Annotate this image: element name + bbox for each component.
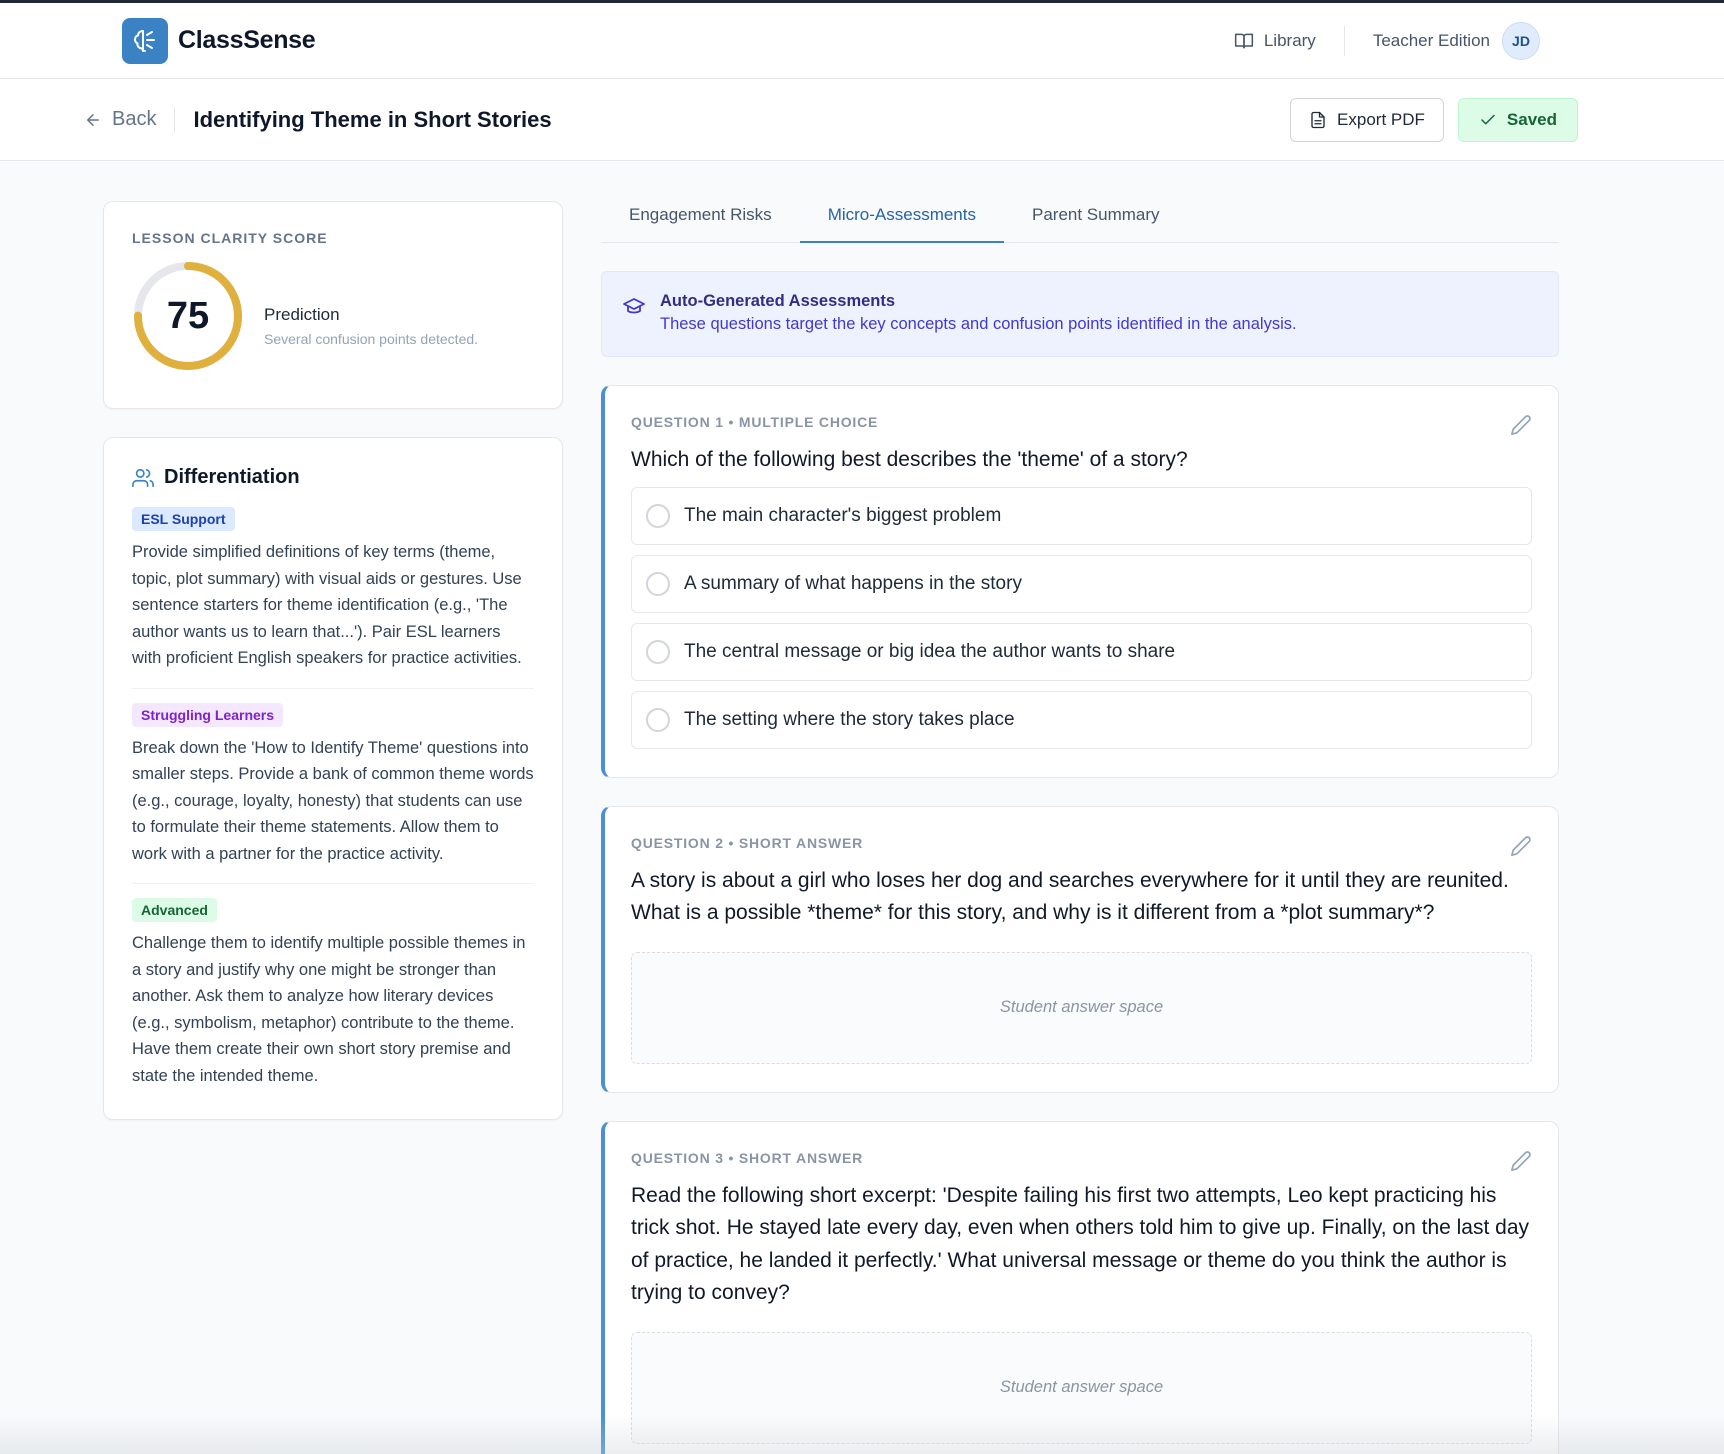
answer-option[interactable]: The setting where the story takes place (631, 690, 1532, 749)
back-label: Back (112, 108, 157, 130)
answer-option-label: The central message or big idea the auth… (684, 640, 1176, 662)
export-pdf-button[interactable]: Export PDF (1290, 97, 1444, 142)
differentiation-groups: ESL Support Provide simplified definitio… (132, 507, 534, 1089)
clarity-score-value: 75 (166, 294, 210, 337)
left-sidebar: LESSON CLARITY SCORE 75 Prediction Sever… (103, 201, 563, 1120)
brand[interactable]: ClassSense (122, 17, 316, 64)
check-icon (1481, 114, 1495, 124)
radio-button[interactable] (646, 707, 670, 732)
graduation-cap-icon (623, 298, 645, 314)
differentiation-header: Differentiation (132, 466, 534, 489)
lesson-header-bar: Back Identifying Theme in Short Stories … (0, 79, 1724, 161)
info-subtitle: These questions target the key concepts … (660, 315, 1297, 333)
differentiation-card: Differentiation ESL Support Provide simp… (103, 437, 563, 1120)
library-link[interactable]: Library (1234, 25, 1345, 56)
question-text: A story is about a girl who loses her do… (631, 868, 1509, 925)
question-card-1: QUESTION 1 • MULTIPLE CHOICE Which of th… (601, 385, 1559, 778)
tab-parent-summary[interactable]: Parent Summary (1004, 189, 1188, 243)
prediction-subtitle: Several confusion points detected. (264, 331, 479, 347)
document-icon (1311, 111, 1325, 128)
question-text: Which of the following best describes th… (631, 448, 1188, 471)
info-title: Auto-Generated Assessments (660, 292, 896, 310)
radio-button[interactable] (646, 639, 670, 664)
answer-option-label: The main character's biggest problem (684, 504, 1002, 526)
app-name: ClassSense (178, 26, 316, 54)
question-kicker: QUESTION 3 • SHORT ANSWER (631, 1149, 864, 1166)
student-answer-space[interactable]: Student answer space (631, 1331, 1532, 1444)
radio-button[interactable] (646, 503, 670, 528)
page-title: Identifying Theme in Short Stories (193, 106, 552, 132)
question-kicker: QUESTION 1 • MULTIPLE CHOICE (631, 414, 879, 430)
export-pdf-label: Export PDF (1337, 109, 1425, 129)
lesson-clarity-kicker: LESSON CLARITY SCORE (132, 230, 328, 246)
esl-support-tag: ESL Support (132, 507, 235, 531)
prediction-title: Prediction (264, 305, 340, 324)
question-kicker: QUESTION 2 • SHORT ANSWER (631, 834, 864, 851)
differentiation-group-esl: ESL Support Provide simplified definitio… (132, 507, 534, 689)
classsense-logo-icon (122, 17, 168, 64)
tab-micro-assessments[interactable]: Micro-Assessments (799, 189, 1004, 243)
radio-button[interactable] (646, 571, 670, 596)
pencil-icon (1511, 1150, 1531, 1171)
edit-question-button[interactable] (1510, 1150, 1532, 1177)
struggling-learners-text: Break down the 'How to Identify Theme' q… (132, 738, 534, 863)
lesson-header-actions: Export PDF Saved (1290, 97, 1578, 142)
top-right-group: Library Teacher Edition JD (1234, 21, 1540, 60)
tab-engagement-risks[interactable]: Engagement Risks (601, 189, 800, 243)
score-row: 75 Prediction Several confusion points d… (132, 260, 534, 372)
edit-question-button[interactable] (1510, 414, 1532, 441)
question-card-2: QUESTION 2 • SHORT ANSWER A story is abo… (601, 805, 1559, 1093)
info-text-block: Auto-Generated Assessments These questio… (660, 292, 1297, 336)
answer-option[interactable]: The main character's biggest problem (631, 486, 1532, 545)
saved-label: Saved (1506, 109, 1557, 129)
pencil-icon (1511, 835, 1531, 856)
esl-support-text: Provide simplified definitions of key te… (132, 543, 522, 667)
book-icon (1234, 33, 1253, 48)
main-content: Engagement Risks Micro-Assessments Paren… (601, 189, 1559, 1454)
struggling-learners-tag: Struggling Learners (132, 702, 284, 727)
prediction-block: Prediction Several confusion points dete… (264, 285, 478, 347)
student-answer-space[interactable]: Student answer space (631, 951, 1532, 1064)
edit-question-button[interactable] (1510, 835, 1532, 862)
answer-option[interactable]: The central message or big idea the auth… (631, 622, 1532, 681)
clarity-score-ring: 75 (132, 260, 244, 372)
auto-generated-info-banner: Auto-Generated Assessments These questio… (601, 271, 1559, 357)
pencil-icon (1511, 415, 1531, 435)
lesson-header-left: Back Identifying Theme in Short Stories (84, 106, 552, 133)
answer-option-label: A summary of what happens in the story (684, 572, 1022, 594)
differentiation-title: Differentiation (164, 466, 300, 488)
advanced-tag: Advanced (132, 898, 217, 922)
differentiation-group-struggling: Struggling Learners Break down the 'How … (132, 702, 534, 884)
users-icon (132, 468, 154, 487)
edition-label: Teacher Edition (1372, 30, 1490, 50)
differentiation-group-advanced: Advanced Challenge them to identify mult… (132, 898, 534, 1089)
lesson-clarity-card: LESSON CLARITY SCORE 75 Prediction Sever… (103, 201, 563, 409)
library-label: Library (1263, 30, 1316, 50)
answer-option-label: The setting where the story takes place (684, 708, 1015, 730)
question-text: Read the following short excerpt: 'Despi… (631, 1183, 1530, 1305)
tab-bar: Engagement Risks Micro-Assessments Paren… (601, 189, 1559, 243)
saved-button[interactable]: Saved (1457, 97, 1578, 142)
question-card-3: QUESTION 3 • SHORT ANSWER Read the follo… (601, 1120, 1559, 1454)
arrow-left-icon (87, 113, 99, 126)
back-button[interactable]: Back (84, 106, 176, 133)
advanced-text: Challenge them to identify multiple poss… (132, 934, 526, 1085)
top-navigation-bar: ClassSense Library Teacher Edition JD (0, 3, 1724, 79)
answer-option[interactable]: A summary of what happens in the story (631, 554, 1532, 613)
avatar[interactable]: JD (1502, 21, 1540, 60)
